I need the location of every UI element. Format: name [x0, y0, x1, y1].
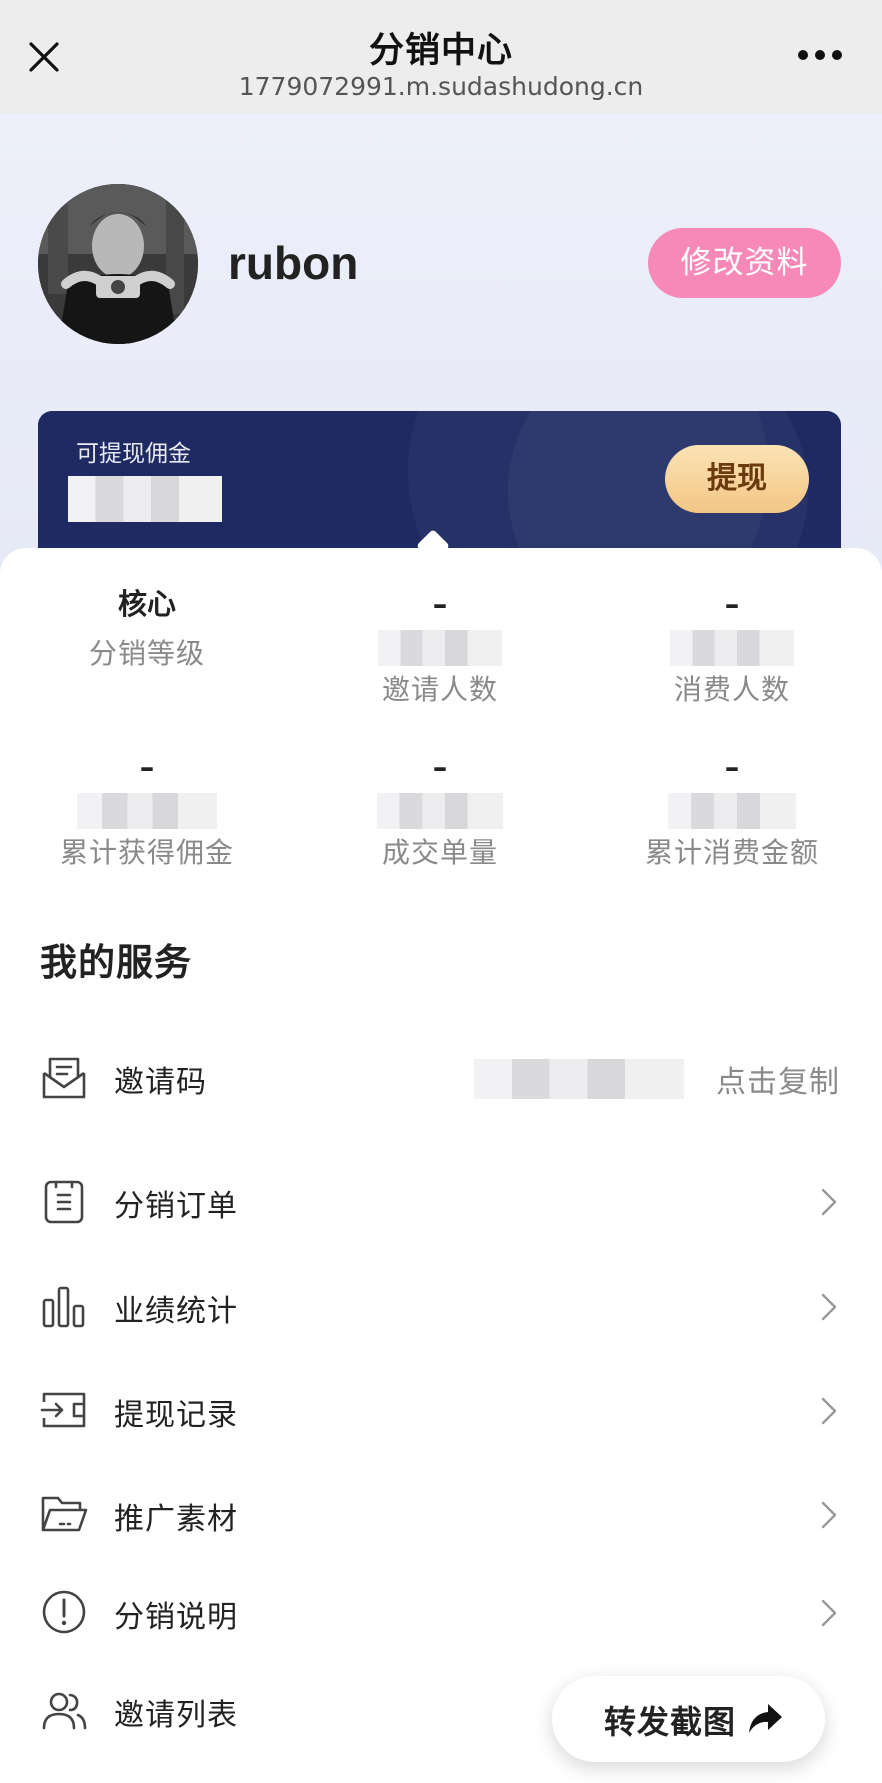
- stat-total-commission: – 累计获得佣金: [2, 749, 292, 871]
- service-distribution-info[interactable]: 分销说明: [0, 1572, 882, 1652]
- distribution-center-page: 分销中心 1779072991.m.sudashudong.cn rubon 修…: [0, 0, 882, 1783]
- copy-invite-code-button[interactable]: 点击复制: [716, 1057, 840, 1101]
- stat-value-redacted: [77, 793, 217, 829]
- my-services-title: 我的服务: [40, 941, 192, 984]
- stat-distribution-level: 核心 分销等级: [2, 586, 292, 672]
- bar-chart-icon: [42, 1286, 85, 1328]
- stat-value: –: [724, 750, 740, 784]
- stat-label: 分销等级: [88, 637, 205, 670]
- stat-value: –: [432, 587, 448, 621]
- users-icon: [42, 1692, 87, 1730]
- profile-header: rubon 修改资料 可提现佣金 提现: [0, 114, 882, 574]
- commission-amount-redacted: [68, 476, 222, 522]
- service-invite-code: 邀请码 点击复制: [0, 1037, 882, 1117]
- chevron-right-icon: [821, 1188, 837, 1216]
- stat-order-count: – 成交单量: [295, 749, 585, 871]
- stat-value: –: [432, 750, 448, 784]
- service-distribution-orders[interactable]: 分销订单: [0, 1161, 882, 1241]
- service-label: 邀请码: [114, 1065, 207, 1100]
- service-promo-materials[interactable]: 推广素材: [0, 1474, 882, 1554]
- chevron-right-icon: [821, 1501, 837, 1529]
- page-title: 分销中心: [368, 31, 513, 71]
- avatar[interactable]: [38, 184, 198, 344]
- chevron-right-icon: [821, 1599, 837, 1627]
- service-label: 分销订单: [114, 1189, 238, 1224]
- share-label: 转发截图: [604, 1703, 737, 1741]
- service-label: 分销说明: [114, 1600, 238, 1635]
- stat-label: 成交单量: [381, 836, 498, 869]
- stat-value-redacted: [670, 630, 794, 666]
- service-performance-stats[interactable]: 业绩统计: [0, 1266, 882, 1346]
- more-icon[interactable]: [798, 48, 842, 62]
- stat-value: 核心: [117, 587, 176, 621]
- service-label: 邀请列表: [114, 1698, 238, 1733]
- stat-value: –: [724, 587, 740, 621]
- stat-total-spend: – 累计消费金额: [587, 749, 877, 871]
- stat-value-redacted: [668, 793, 796, 829]
- stat-consumer-count: – 消费人数: [587, 586, 877, 708]
- stat-value-redacted: [378, 630, 502, 666]
- stat-value: –: [139, 750, 155, 784]
- order-icon: [44, 1180, 84, 1224]
- service-withdrawal-records[interactable]: 提现记录: [0, 1370, 882, 1450]
- mail-icon: [42, 1057, 86, 1099]
- info-icon: [42, 1590, 86, 1634]
- wallet-icon: [40, 1392, 86, 1428]
- username: rubon: [228, 237, 359, 289]
- chevron-right-icon: [821, 1397, 837, 1425]
- stat-label: 累计获得佣金: [59, 836, 234, 869]
- stat-label: 消费人数: [673, 673, 790, 706]
- withdraw-button[interactable]: 提现: [665, 445, 809, 513]
- withdrawable-commission-label: 可提现佣金: [76, 441, 191, 467]
- top-navbar: 分销中心 1779072991.m.sudashudong.cn: [0, 0, 882, 114]
- folder-icon: [41, 1496, 88, 1532]
- service-label: 推广素材: [114, 1502, 238, 1537]
- page-url: 1779072991.m.sudashudong.cn: [238, 72, 644, 101]
- edit-profile-button[interactable]: 修改资料: [648, 228, 841, 298]
- stat-label: 累计消费金额: [644, 836, 819, 869]
- service-label: 提现记录: [114, 1398, 238, 1433]
- stat-value-redacted: [377, 793, 503, 829]
- chevron-right-icon: [821, 1293, 837, 1321]
- share-screenshot-button[interactable]: 转发截图: [552, 1676, 825, 1762]
- stat-label: 邀请人数: [381, 673, 498, 706]
- service-label: 业绩统计: [114, 1294, 238, 1329]
- invite-code-redacted: [474, 1059, 684, 1099]
- stat-invite-count: – 邀请人数: [295, 586, 585, 708]
- share-arrow-icon: [749, 1704, 782, 1733]
